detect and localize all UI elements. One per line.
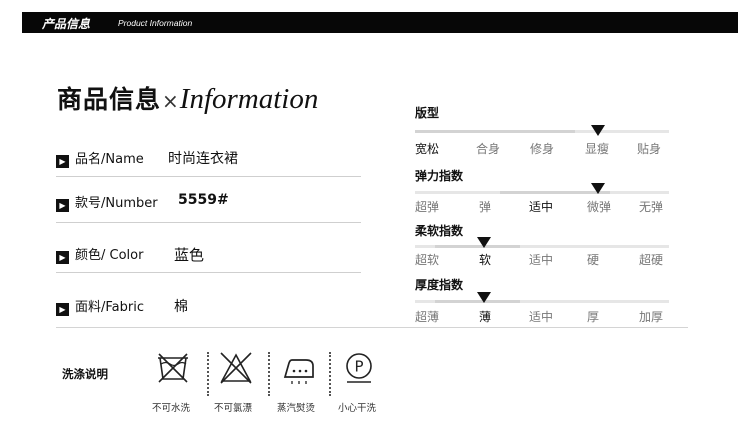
info-label: 款号/Number <box>75 196 158 211</box>
fit-option: 弹 <box>479 200 492 214</box>
header-title-cn: 产品信息 <box>42 17 91 31</box>
info-label: 面料/Fabric <box>75 300 144 315</box>
dotted-separator <box>329 352 331 396</box>
fit-option: 超薄 <box>415 310 440 324</box>
divider <box>56 176 361 177</box>
divider <box>56 222 361 223</box>
fit-option: 薄 <box>479 310 492 324</box>
fit-scale-elasticity: 弹力指数 超弹 弹 适中 微弹 无弹 <box>415 163 675 223</box>
care-title: 洗涤说明 <box>62 367 108 381</box>
fit-scale-title: 弹力指数 <box>415 169 464 183</box>
care-label: 不可氯漂 <box>214 403 253 414</box>
care-label: 小心干洗 <box>338 403 377 414</box>
fit-option: 显瘦 <box>585 142 610 156</box>
scale-marker-icon <box>591 125 605 136</box>
fit-option: 贴身 <box>637 142 662 156</box>
care-label: 不可水洗 <box>152 403 191 414</box>
info-value: 时尚连衣裙 <box>168 151 238 167</box>
dry-clean-icon: P <box>346 353 372 383</box>
arrow-right-icon: ▶ <box>56 251 69 264</box>
arrow-right-icon: ▶ <box>56 303 69 316</box>
fit-option: 超硬 <box>639 253 664 267</box>
section-divider <box>56 327 688 328</box>
arrow-right-icon: ▶ <box>56 199 69 212</box>
fit-option: 硬 <box>587 253 600 267</box>
fit-scale-thickness: 厚度指数 超薄 薄 适中 厚 加厚 <box>415 272 675 332</box>
care-label: 蒸汽熨烫 <box>277 403 316 414</box>
svg-text:P: P <box>354 358 363 376</box>
fit-option: 软 <box>479 253 492 267</box>
fit-scale-track <box>415 130 669 133</box>
fit-option: 厚 <box>587 310 600 324</box>
info-value: 蓝色 <box>174 246 205 264</box>
fit-scale-title: 版型 <box>415 106 440 120</box>
fit-scale-softness: 柔软指数 超软 软 适中 硬 超硬 <box>415 218 675 278</box>
info-label: 品名/Name <box>75 152 144 167</box>
no-bleach-icon <box>220 352 252 384</box>
fit-option: 修身 <box>530 142 555 156</box>
header-bar: 产品信息 Product Information <box>22 12 738 33</box>
page-title-cn: 商品信息 <box>57 85 162 114</box>
scale-marker-icon <box>477 237 491 248</box>
fit-option: 超弹 <box>415 200 440 214</box>
dotted-separator <box>268 352 270 396</box>
dotted-separator <box>207 352 209 396</box>
info-label: 颜色/ Color <box>75 248 144 263</box>
fit-option: 微弹 <box>587 200 612 214</box>
steam-iron-icon <box>283 359 314 384</box>
no-wash-icon <box>158 353 188 383</box>
arrow-right-icon: ▶ <box>56 155 69 168</box>
header-title-en: Product Information <box>118 18 193 28</box>
fit-option: 适中 <box>529 310 554 324</box>
fit-option: 适中 <box>529 253 554 267</box>
fit-scale-title: 厚度指数 <box>415 278 464 292</box>
divider <box>56 272 361 273</box>
fit-option: 宽松 <box>415 142 440 156</box>
page-title-separator: × <box>162 89 179 113</box>
fit-scale-title: 柔软指数 <box>415 224 464 238</box>
info-value: 棉 <box>174 299 188 315</box>
fit-scale-type: 版型 宽松 合身 修身 显瘦 贴身 <box>415 100 675 160</box>
fit-scale-track <box>415 245 669 248</box>
scale-marker-icon <box>477 292 491 303</box>
scale-marker-icon <box>591 183 605 194</box>
fit-option: 无弹 <box>639 200 664 214</box>
fit-scale-track <box>415 191 669 194</box>
fit-option: 合身 <box>476 142 501 156</box>
fit-scale-track <box>415 300 669 303</box>
page-title: 商品信息×Information <box>57 80 318 116</box>
fit-option: 超软 <box>415 253 440 267</box>
info-value: 5559# <box>178 192 229 208</box>
fit-option: 加厚 <box>639 310 664 324</box>
page-title-en: Information <box>179 83 319 115</box>
fit-option: 适中 <box>529 200 554 214</box>
